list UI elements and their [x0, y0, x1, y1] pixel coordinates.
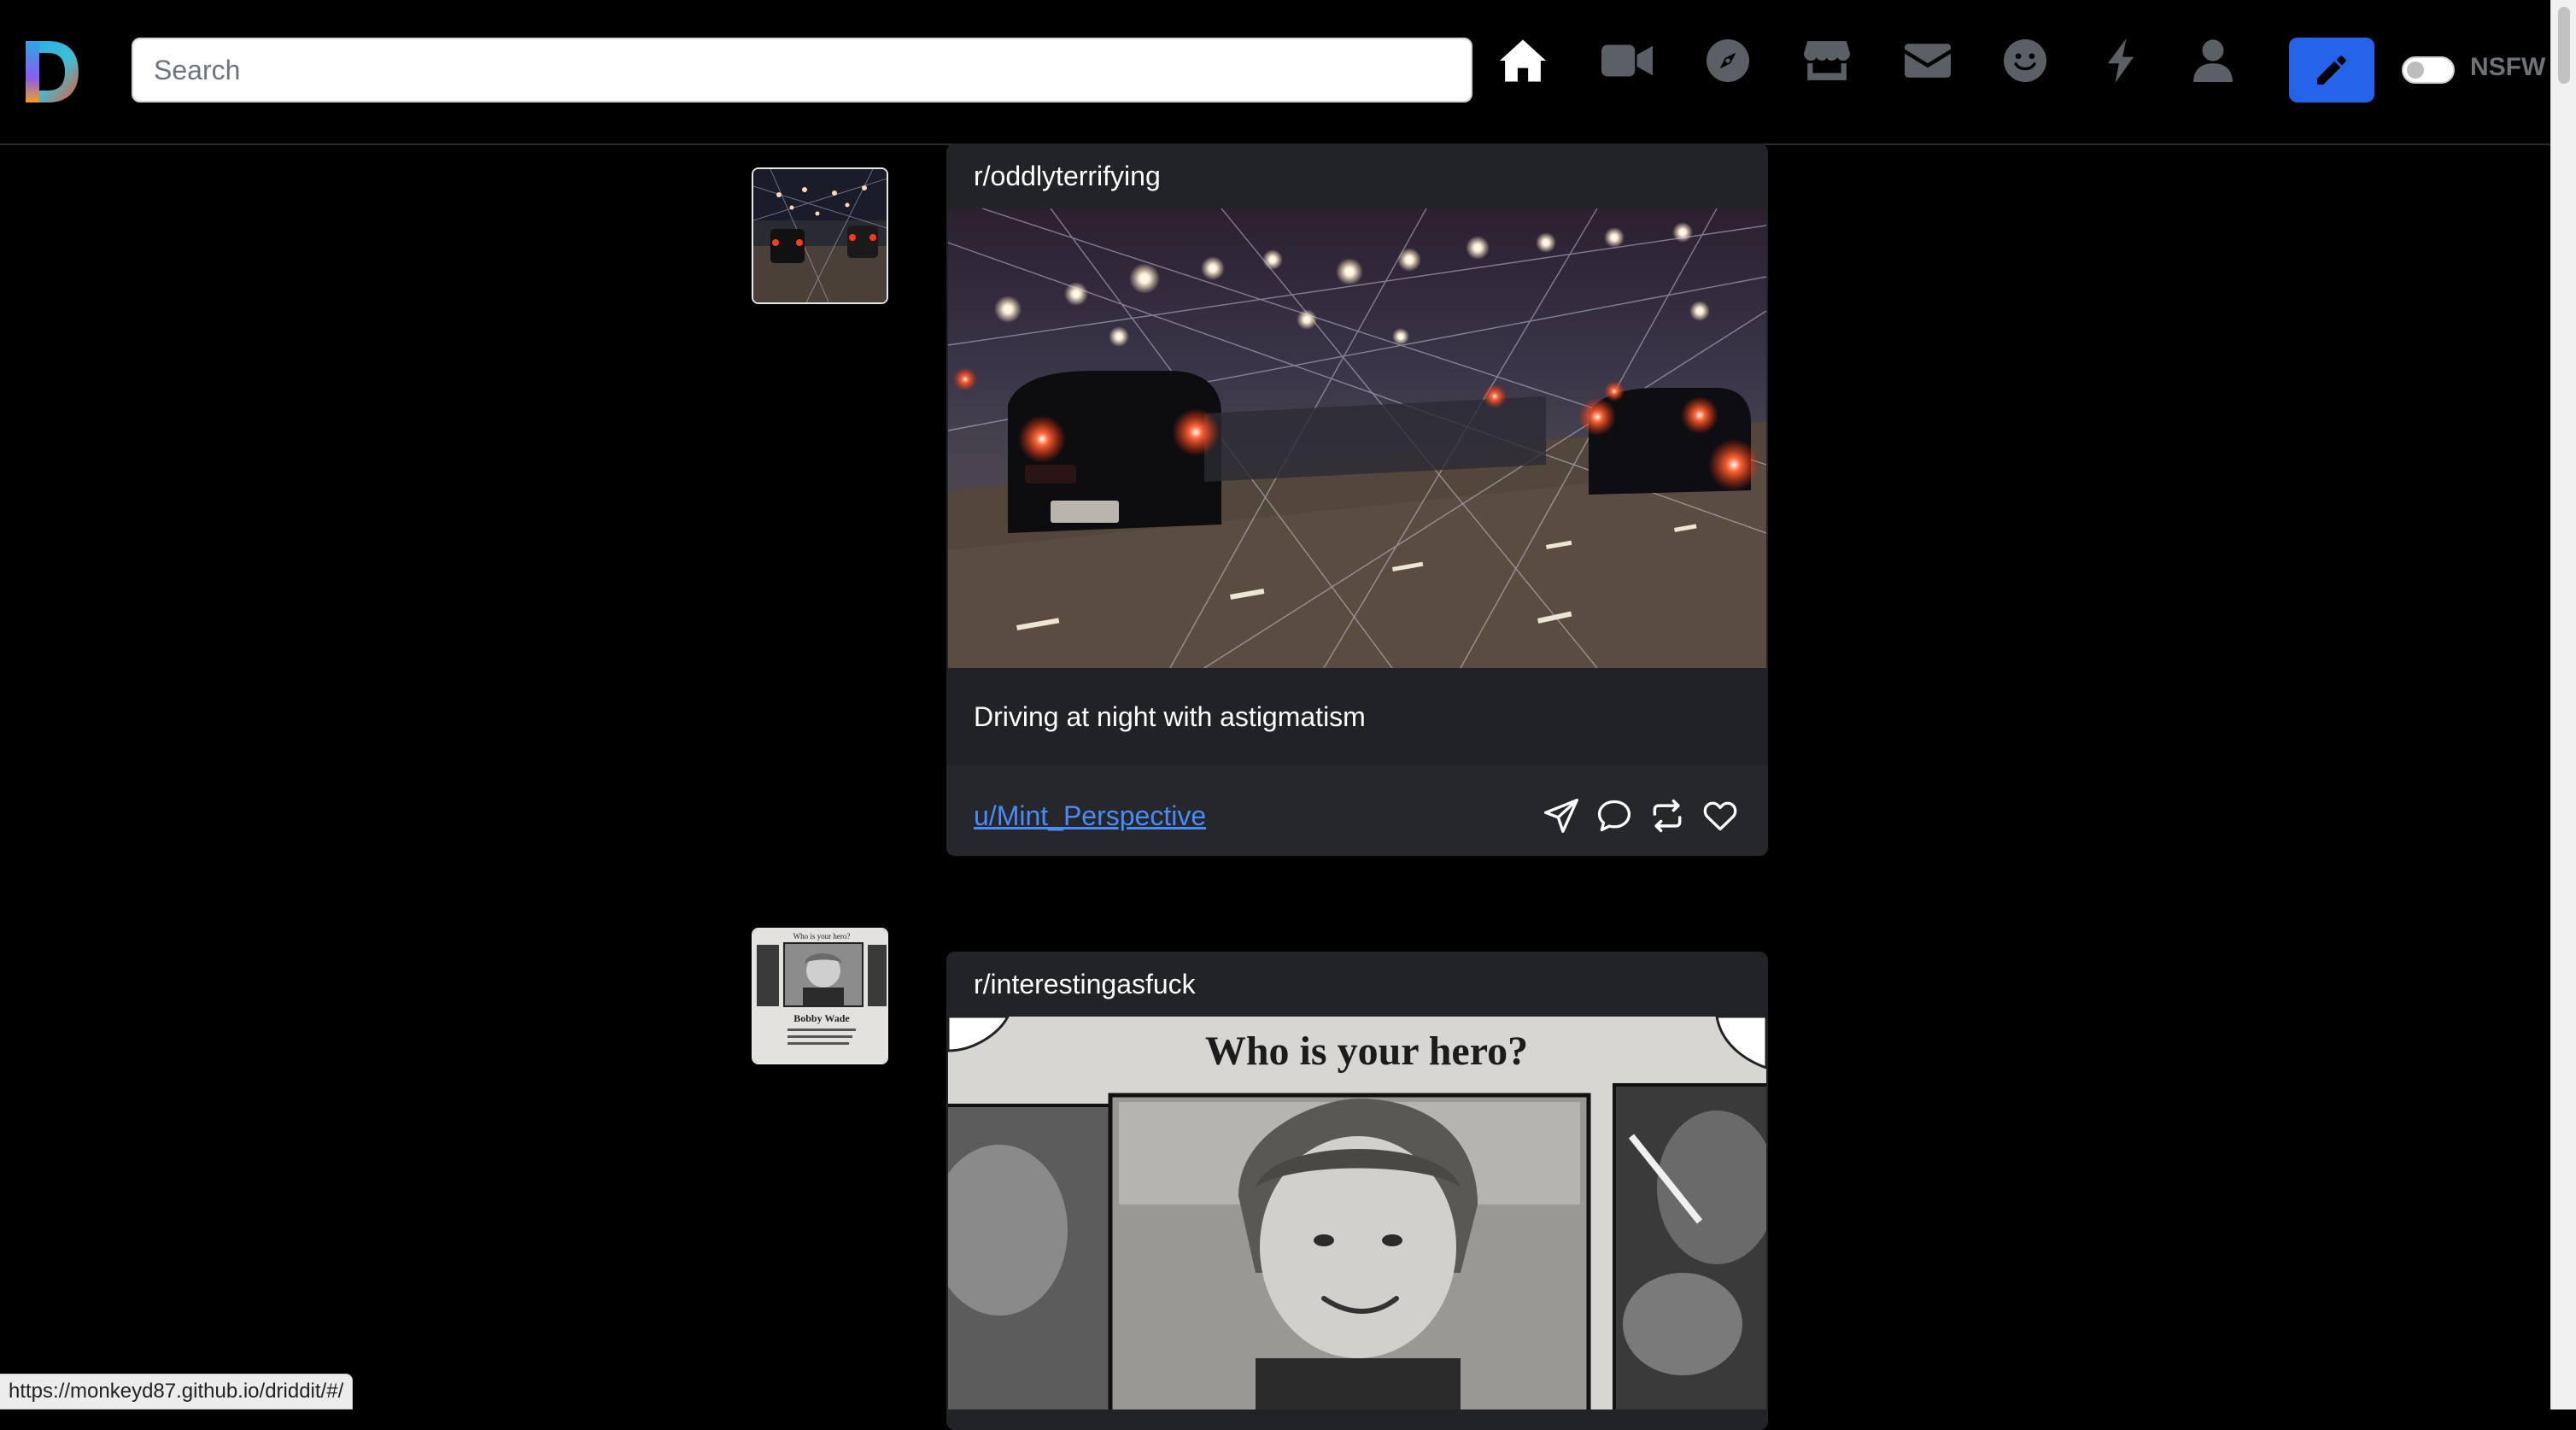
smile-icon[interactable]	[1999, 34, 2052, 87]
toggle-knob	[2407, 62, 2424, 79]
bolt-icon[interactable]	[2094, 34, 2147, 87]
page-scrollbar[interactable]	[2550, 0, 2576, 1409]
nsfw-label: NSFW	[2470, 53, 2546, 81]
post-thumbnail[interactable]: Who is your hero? Bobby Wade	[752, 928, 888, 1064]
logo-icon[interactable]	[22, 38, 82, 106]
post-subreddit[interactable]: r/oddlyterrifying	[946, 144, 1768, 208]
comment-icon[interactable]	[1594, 795, 1635, 836]
scrollbar-thumb[interactable]	[2558, 7, 2570, 84]
post-card: r/interestingasfuck Who is your hero?	[946, 952, 1768, 1430]
nsfw-toggle[interactable]	[2402, 56, 2455, 84]
video-icon[interactable]	[1601, 34, 1654, 87]
post-author-link[interactable]: u/Mint_Perspective	[974, 800, 1206, 832]
post-image-headline: Who is your hero?	[1205, 1029, 1528, 1074]
repost-icon[interactable]	[1647, 795, 1688, 836]
post-footer: u/Mint_Perspective	[946, 765, 1768, 856]
compose-button[interactable]	[2289, 38, 2374, 103]
post-title[interactable]: Driving at night with astigmatism	[946, 668, 1768, 765]
post-image[interactable]: Who is your hero?	[948, 1017, 1766, 1409]
store-icon[interactable]	[1800, 34, 1853, 87]
top-navbar: NSFW	[0, 0, 2550, 145]
user-icon[interactable]	[2187, 34, 2239, 87]
heart-icon[interactable]	[1700, 795, 1741, 836]
home-icon[interactable]	[1496, 34, 1549, 87]
post-actions	[1541, 795, 1741, 836]
compass-icon[interactable]	[1701, 34, 1754, 87]
post-card: r/oddlyterrifying Driving at night with …	[946, 144, 1768, 856]
share-icon[interactable]	[1541, 795, 1582, 836]
post-thumbnail[interactable]	[752, 167, 888, 304]
status-bar-url: https://monkeyd87.github.io/driddit/#/	[0, 1374, 354, 1409]
search-input[interactable]	[132, 38, 1472, 103]
post-image[interactable]	[948, 208, 1766, 668]
post-subreddit[interactable]: r/interestingasfuck	[946, 952, 1768, 1017]
thumb-caption: Bobby Wade	[793, 1012, 850, 1024]
mail-icon[interactable]	[1901, 34, 1954, 87]
svg-text:Who is your hero?: Who is your hero?	[793, 932, 851, 941]
pencil-icon	[2316, 56, 2346, 85]
